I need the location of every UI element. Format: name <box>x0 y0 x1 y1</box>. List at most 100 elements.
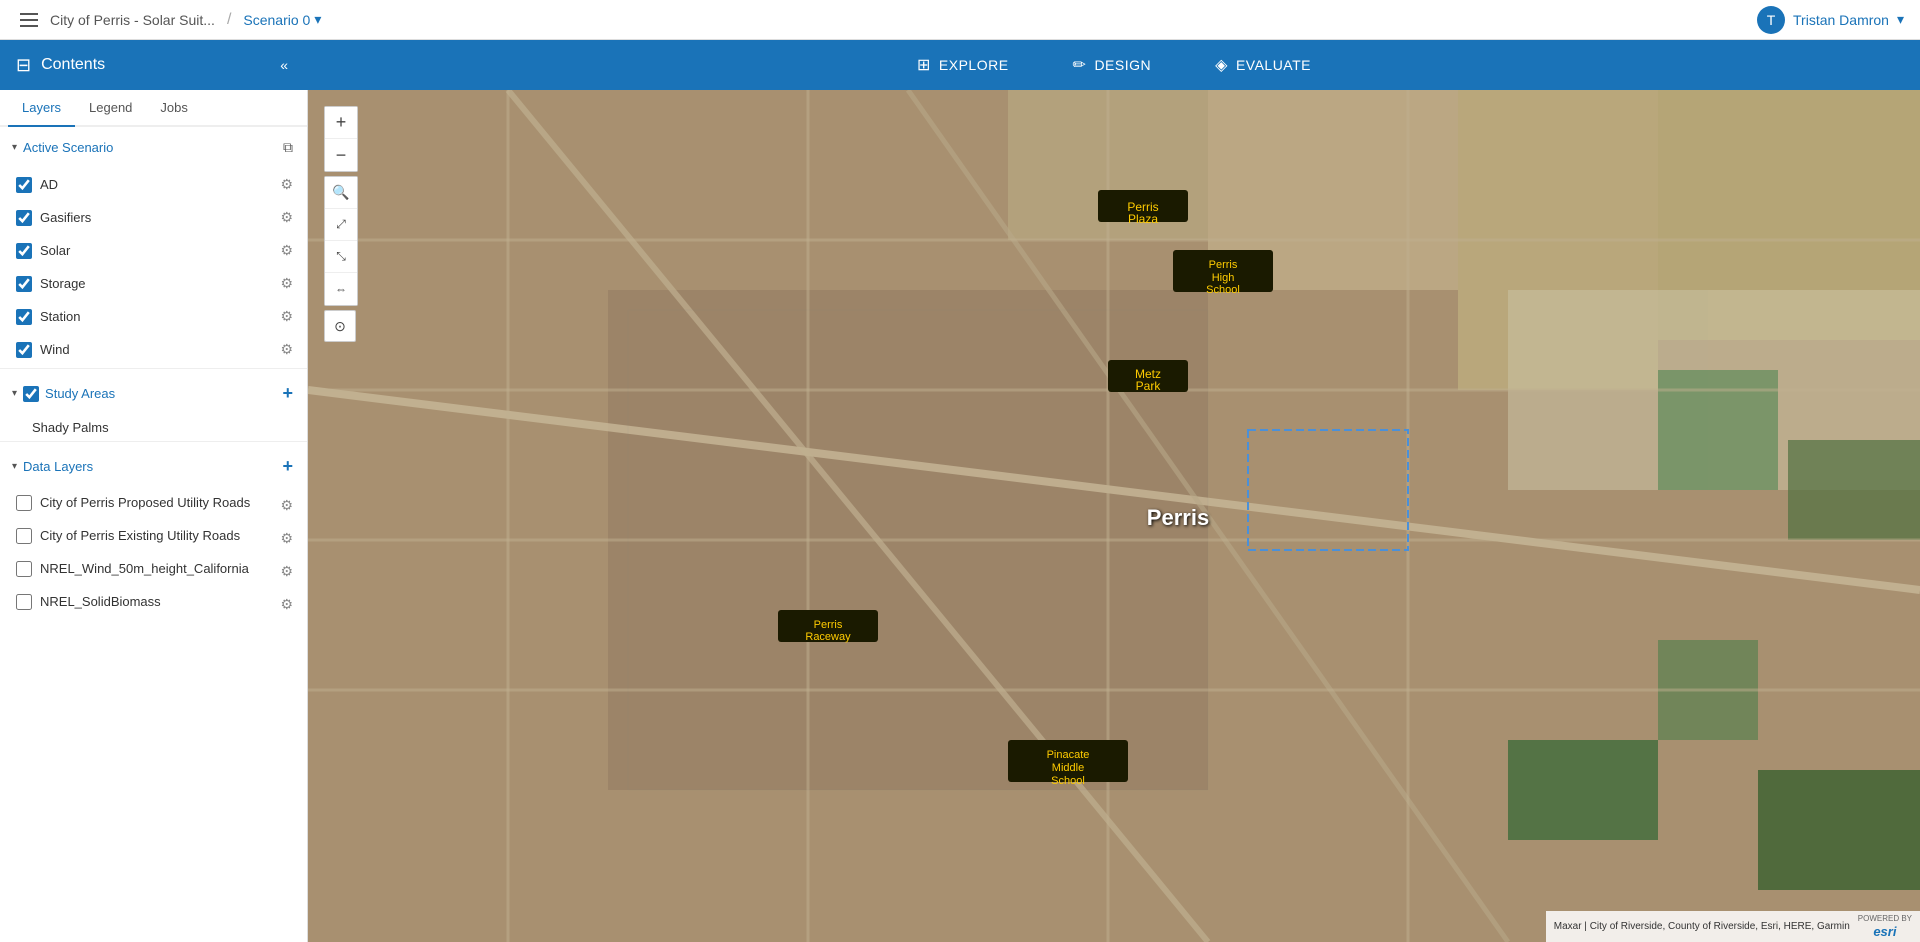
explore-button[interactable]: ⊞ EXPLORE <box>905 47 1021 83</box>
layer-storage-checkbox[interactable] <box>16 276 32 292</box>
study-areas-chevron <box>12 388 17 399</box>
data-layer-existing-roads-checkbox[interactable] <box>16 528 32 544</box>
location-button[interactable]: ⊙ <box>324 310 356 342</box>
svg-text:Perris: Perris <box>1209 259 1238 271</box>
main-toolbar: ⊟ Contents « ⊞ EXPLORE ✏ DESIGN ◈ EVALUA… <box>0 40 1920 90</box>
layer-wind-settings-icon[interactable]: ⚙ <box>278 339 295 360</box>
tab-jobs[interactable]: Jobs <box>146 90 201 127</box>
svg-text:Pinacate: Pinacate <box>1047 749 1090 761</box>
study-areas-title: Study Areas <box>45 386 274 401</box>
data-layer-nrel-wind: NREL_Wind_50m_height_California ⚙ <box>0 555 307 588</box>
active-scenario-title: Active Scenario <box>23 140 275 155</box>
layer-wind-checkbox[interactable] <box>16 342 32 358</box>
study-areas-actions: + <box>280 381 295 406</box>
full-extent-button[interactable]: ⤡ <box>325 241 357 273</box>
map-attribution: Maxar | City of Riverside, County of Riv… <box>1546 911 1920 942</box>
esri-logo: esri <box>1873 924 1896 939</box>
data-layer-proposed-roads-checkbox[interactable] <box>16 495 32 511</box>
user-profile[interactable]: T Tristan Damron ▾ <box>1757 6 1904 34</box>
layers-icon: ⊟ <box>16 55 31 76</box>
data-layer-nrel-wind-settings-icon[interactable]: ⚙ <box>278 561 295 582</box>
add-data-layer-icon[interactable]: + <box>280 454 295 479</box>
layer-storage-label: Storage <box>40 276 270 291</box>
top-bar-right: T Tristan Damron ▾ <box>1757 6 1904 34</box>
data-layer-nrel-biomass-checkbox[interactable] <box>16 594 32 610</box>
active-scenario-chevron <box>12 142 17 153</box>
scenario-link[interactable]: Scenario 0 ▾ <box>243 11 321 28</box>
study-area-label: Shady Palms <box>32 420 109 435</box>
zoom-controls: + − <box>324 106 358 172</box>
data-layer-nrel-wind-checkbox[interactable] <box>16 561 32 577</box>
navigation-controls: 🔍 ⤢ ⤡ ⇔ <box>324 176 358 306</box>
svg-text:High: High <box>1212 272 1235 284</box>
svg-text:Raceway: Raceway <box>805 631 851 643</box>
study-areas-section[interactable]: Study Areas + <box>0 371 307 416</box>
layer-gasifiers-settings-icon[interactable]: ⚙ <box>278 207 295 228</box>
contents-title: Contents <box>41 56 266 74</box>
main-layout: Layers Legend Jobs Active Scenario ⧉ AD … <box>0 90 1920 942</box>
avatar: T <box>1757 6 1785 34</box>
layer-wind-label: Wind <box>40 342 270 357</box>
layer-storage: Storage ⚙ <box>0 267 307 300</box>
design-button[interactable]: ✏ DESIGN <box>1061 47 1164 83</box>
study-area-shady-palms: Shady Palms <box>0 416 307 439</box>
data-layer-nrel-wind-label: NREL_Wind_50m_height_California <box>40 561 270 578</box>
hamburger-menu[interactable] <box>16 9 42 31</box>
layer-station-checkbox[interactable] <box>16 309 32 325</box>
powered-by-text: POWERED BY <box>1858 914 1912 923</box>
tab-layers[interactable]: Layers <box>8 90 75 127</box>
data-layers-section[interactable]: Data Layers + <box>0 444 307 489</box>
copy-icon[interactable]: ⧉ <box>281 137 295 158</box>
collapse-panel-button[interactable]: « <box>276 53 292 77</box>
layer-storage-settings-icon[interactable]: ⚙ <box>278 273 295 294</box>
zoom-out-button[interactable]: − <box>325 139 357 171</box>
layer-wind: Wind ⚙ <box>0 333 307 366</box>
layer-gasifiers-checkbox[interactable] <box>16 210 32 226</box>
active-scenario-section[interactable]: Active Scenario ⧉ <box>0 127 307 168</box>
data-layer-nrel-biomass: NREL_SolidBiomass ⚙ <box>0 588 307 621</box>
pan-button[interactable]: ⇔ <box>325 273 357 305</box>
evaluate-icon: ◈ <box>1215 55 1228 75</box>
svg-text:Plaza: Plaza <box>1128 212 1158 226</box>
svg-text:Perris: Perris <box>1147 505 1209 530</box>
tab-legend[interactable]: Legend <box>75 90 146 127</box>
divider-1 <box>0 368 307 369</box>
add-study-area-icon[interactable]: + <box>280 381 295 406</box>
chevron-down-icon: ▾ <box>314 11 321 28</box>
sidebar: Layers Legend Jobs Active Scenario ⧉ AD … <box>0 90 308 942</box>
layer-solar-checkbox[interactable] <box>16 243 32 259</box>
app-title: City of Perris - Solar Suit... <box>50 12 215 28</box>
evaluate-button[interactable]: ◈ EVALUATE <box>1203 47 1323 83</box>
svg-text:School: School <box>1051 775 1085 787</box>
layer-station-label: Station <box>40 309 270 324</box>
study-areas-checkbox[interactable] <box>23 386 39 402</box>
zoom-in-button[interactable]: + <box>325 107 357 139</box>
breadcrumb-separator: / <box>227 11 231 29</box>
active-scenario-actions: ⧉ <box>281 137 295 158</box>
data-layer-existing-roads-settings-icon[interactable]: ⚙ <box>278 528 295 549</box>
layer-ad-label: AD <box>40 177 270 192</box>
svg-text:Perris: Perris <box>814 619 843 631</box>
data-layer-existing-roads: City of Perris Existing Utility Roads ⚙ <box>0 522 307 555</box>
svg-text:School: School <box>1206 284 1240 296</box>
layer-ad: AD ⚙ <box>0 168 307 201</box>
layer-ad-checkbox[interactable] <box>16 177 32 193</box>
sidebar-tabs: Layers Legend Jobs <box>0 90 307 127</box>
data-layer-proposed-roads-settings-icon[interactable]: ⚙ <box>278 495 295 516</box>
data-layers-actions: + <box>280 454 295 479</box>
top-bar-left: City of Perris - Solar Suit... / Scenari… <box>16 9 1757 31</box>
map-controls: + − 🔍 ⤢ ⤡ ⇔ ⊙ <box>324 106 358 342</box>
zoom-extent-button[interactable]: ⤢ <box>325 209 357 241</box>
data-layer-existing-roads-label: City of Perris Existing Utility Roads <box>40 528 270 545</box>
map-area[interactable]: Perris Plaza Perris High School Metz Par… <box>308 90 1920 942</box>
search-button[interactable]: 🔍 <box>325 177 357 209</box>
layer-station-settings-icon[interactable]: ⚙ <box>278 306 295 327</box>
layer-solar-settings-icon[interactable]: ⚙ <box>278 240 295 261</box>
design-icon: ✏ <box>1073 55 1087 75</box>
data-layer-proposed-roads-label: City of Perris Proposed Utility Roads <box>40 495 270 512</box>
layer-solar-label: Solar <box>40 243 270 258</box>
data-layer-nrel-biomass-settings-icon[interactable]: ⚙ <box>278 594 295 615</box>
data-layer-proposed-roads: City of Perris Proposed Utility Roads ⚙ <box>0 489 307 522</box>
contents-header: ⊟ Contents « <box>0 40 308 90</box>
layer-ad-settings-icon[interactable]: ⚙ <box>278 174 295 195</box>
